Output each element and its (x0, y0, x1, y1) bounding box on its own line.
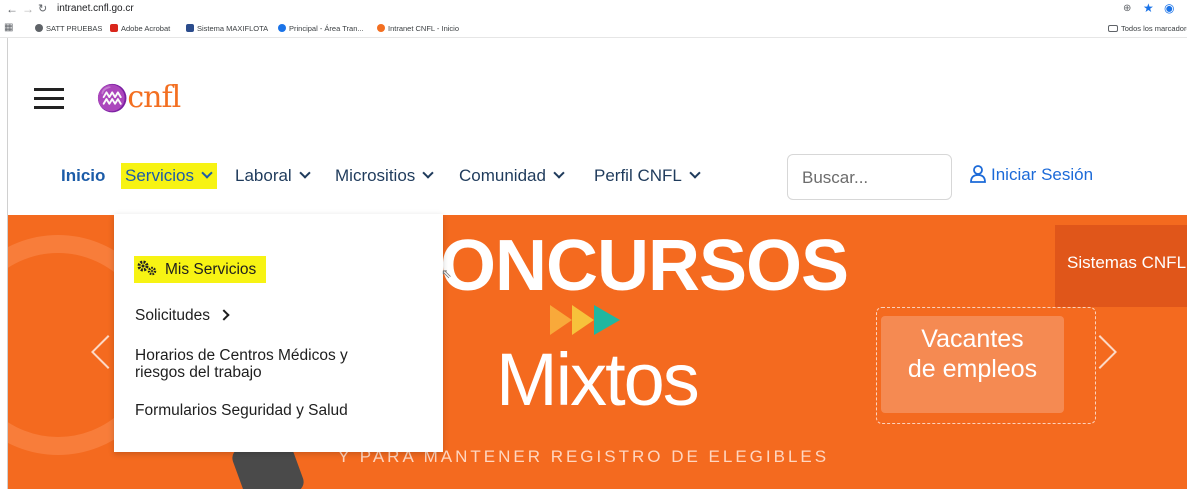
chevron-right-icon (218, 309, 230, 321)
sistemas-cnfl-tab[interactable]: Sistemas CNFL (1055, 225, 1187, 307)
apps-grid-icon[interactable]: ▦ (4, 21, 13, 35)
page-content: ♒cnfl Inicio Servicios Laboral Micrositi… (7, 38, 1187, 489)
login-label: Iniciar Sesión (991, 165, 1094, 184)
nav-laboral-label: Laboral (235, 166, 292, 185)
menu-item-formularios[interactable]: Formularios Seguridad y Salud (135, 401, 348, 420)
nav-comunidad[interactable]: Comunidad (459, 166, 565, 186)
mouse-cursor-icon: ⇖ (441, 266, 452, 281)
zoom-icon[interactable]: ⊕ (1123, 2, 1131, 16)
menu-item-horarios[interactable]: Horarios de Centros Médicos y riesgos de… (135, 347, 395, 381)
chevron-down-icon (299, 167, 311, 179)
profile-icon[interactable]: ◉ (1164, 1, 1174, 15)
back-icon[interactable]: ← (6, 2, 18, 16)
hero-title: ONCURSOS (440, 226, 849, 306)
bookmark-satt[interactable]: SATT PRUEBAS (35, 23, 102, 35)
address-bar[interactable]: intranet.cnfl.go.cr (57, 3, 134, 14)
sharepoint-icon (278, 24, 286, 32)
reload-icon[interactable]: ↻ (38, 2, 47, 16)
bookmark-star-icon[interactable]: ★ (1143, 1, 1154, 15)
search-input[interactable]: Buscar... (787, 154, 952, 200)
nav-comunidad-label: Comunidad (459, 166, 546, 185)
solicitudes-label: Solicitudes (135, 307, 210, 324)
menu-item-solicitudes[interactable]: Solicitudes (135, 306, 230, 325)
mis-servicios-label: Mis Servicios (165, 261, 257, 278)
chevron-down-icon (689, 167, 701, 179)
bookmark-intranet[interactable]: Intranet CNFL - Inicio (377, 23, 459, 35)
nav-perfil-cnfl[interactable]: Perfil CNFL (594, 166, 701, 186)
login-link[interactable]: Iniciar Sesión (970, 165, 1093, 185)
vacantes-button[interactable]: Vacantes de empleos (881, 316, 1064, 413)
nav-micrositios-label: Micrositios (335, 166, 416, 185)
hero-subtitle: Mixtos (496, 338, 700, 421)
chevron-down-icon (553, 167, 565, 179)
nav-servicios-label: Servicios (125, 166, 194, 185)
nav-inicio[interactable]: Inicio (61, 166, 105, 186)
cnfl-icon (377, 24, 385, 32)
user-icon (970, 165, 986, 183)
vacantes-line2: de empleos (907, 355, 1038, 383)
forward-icon[interactable]: → (22, 2, 34, 16)
folder-icon (1108, 25, 1118, 32)
bookmarks-bar: ▦ SATT PRUEBAS Adobe Acrobat Sistema MAX… (0, 20, 1187, 38)
maxiflota-icon (186, 24, 194, 32)
cnfl-logo[interactable]: ♒cnfl (96, 80, 181, 115)
bookmark-maxiflota[interactable]: Sistema MAXIFLOTA (186, 23, 268, 35)
menu-icon[interactable] (34, 88, 64, 110)
bookmark-acrobat[interactable]: Adobe Acrobat (110, 23, 170, 35)
all-bookmarks[interactable]: Todos los marcadores (1108, 23, 1187, 35)
globe-icon (35, 24, 43, 32)
acrobat-icon (110, 24, 118, 32)
nav-servicios[interactable]: Servicios (121, 163, 217, 189)
gears-icon (137, 260, 159, 276)
servicios-dropdown: Mis Servicios Solicitudes Horarios de Ce… (114, 214, 443, 452)
chevron-down-icon (422, 167, 434, 179)
chevron-down-icon (201, 167, 213, 179)
nav-perfil-label: Perfil CNFL (594, 166, 682, 185)
nav-micrositios[interactable]: Micrositios (335, 166, 434, 186)
nav-laboral[interactable]: Laboral (235, 166, 311, 186)
arrows-graphic (550, 305, 620, 335)
vacantes-line1: Vacantes (921, 325, 1024, 353)
bookmark-principal[interactable]: Principal - Área Tran... (278, 23, 364, 35)
menu-item-mis-servicios[interactable]: Mis Servicios (134, 256, 267, 283)
browser-toolbar: ← → ↻ intranet.cnfl.go.cr ⊕ ★ ◉ (0, 0, 1187, 20)
